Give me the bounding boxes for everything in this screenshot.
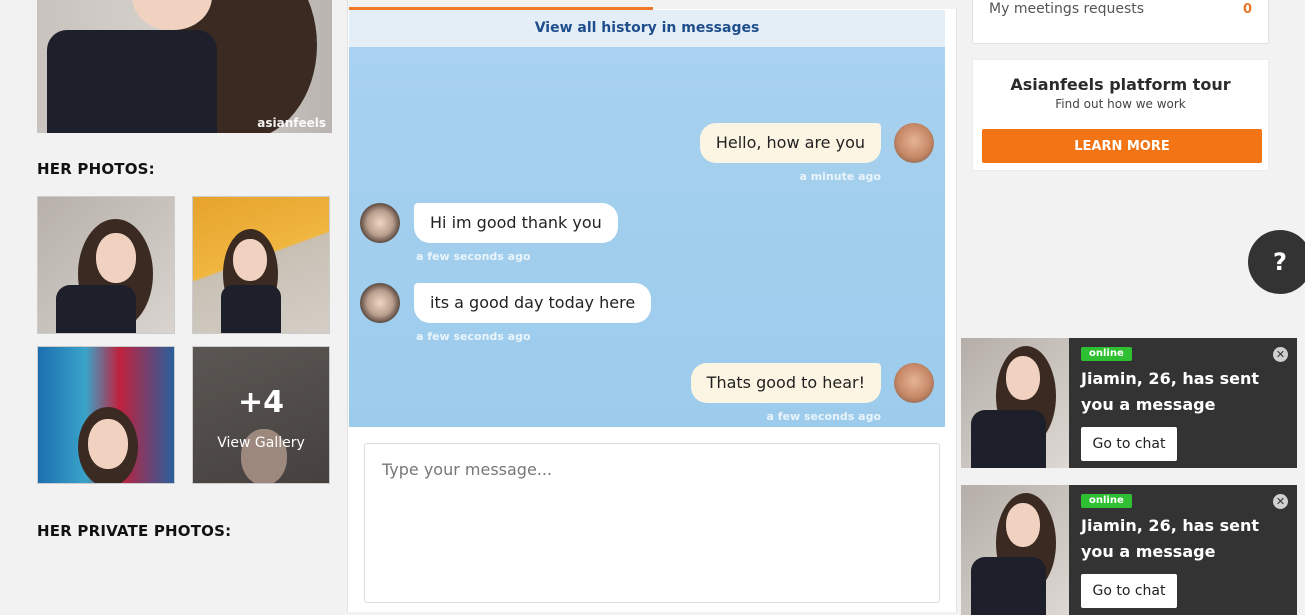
- message-timestamp: a minute ago: [799, 170, 881, 183]
- gallery-count: +4: [237, 385, 284, 420]
- sender-photo[interactable]: [961, 338, 1069, 468]
- sender-photo[interactable]: [961, 485, 1069, 615]
- online-badge: online: [1081, 347, 1132, 361]
- meeting-requests-count: 0: [1242, 2, 1252, 17]
- her-avatar[interactable]: [360, 283, 400, 323]
- close-icon[interactable]: ✕: [1273, 494, 1288, 509]
- help-icon[interactable]: ?: [1248, 230, 1305, 294]
- message-input[interactable]: [365, 444, 939, 602]
- notification-message: Jiamin, 26, has sent you a message: [1081, 516, 1260, 561]
- her-avatar[interactable]: [360, 203, 400, 243]
- close-icon[interactable]: ✕: [1273, 347, 1288, 362]
- message-bubble-outgoing: Hello, how are you: [699, 123, 881, 163]
- online-badge: online: [1081, 494, 1132, 508]
- message-timestamp: a few seconds ago: [766, 410, 881, 423]
- photo-thumbnail-1[interactable]: [37, 196, 175, 334]
- message-bubble-outgoing: Thats good to hear!: [690, 363, 881, 403]
- go-to-chat-button[interactable]: Go to chat: [1081, 574, 1177, 608]
- tour-title: Asianfeels platform tour: [1010, 75, 1231, 94]
- message-composer: [364, 443, 940, 603]
- profile-column: asianfeels HER PHOTOS: +4 View Gallery H…: [0, 0, 347, 612]
- my-avatar: [894, 363, 934, 403]
- message-notification: online Jiamin, 26, has sent you a messag…: [961, 485, 1297, 615]
- photo-watermark: asianfeels: [257, 116, 326, 130]
- photo-thumbnail-2[interactable]: [192, 196, 330, 334]
- notification-message: Jiamin, 26, has sent you a message: [1081, 369, 1260, 414]
- photo-thumbnail-3[interactable]: [37, 346, 175, 484]
- main-profile-photo[interactable]: asianfeels: [37, 0, 332, 133]
- learn-more-button[interactable]: LEARN MORE: [982, 129, 1262, 163]
- view-gallery-tile[interactable]: +4 View Gallery: [192, 346, 330, 484]
- her-photos-title: HER PHOTOS:: [37, 160, 155, 178]
- message-bubble-incoming: Hi im good thank you: [414, 203, 618, 243]
- message-timestamp: a few seconds ago: [416, 330, 531, 343]
- tour-subtitle: Find out how we work: [1055, 97, 1186, 111]
- message-timestamp: a few seconds ago: [416, 250, 531, 263]
- message-list: Hello, how are you a minute ago Hi im go…: [349, 47, 945, 427]
- message-notification: online Jiamin, 26, has sent you a messag…: [961, 338, 1297, 468]
- meeting-requests-label: My meetings requests: [989, 1, 1145, 17]
- view-history-link[interactable]: View all history in messages: [349, 10, 945, 47]
- her-private-photos-title: HER PRIVATE PHOTOS:: [37, 522, 232, 540]
- message-bubble-incoming: its a good day today here: [414, 283, 652, 323]
- meeting-requests-card[interactable]: My meetings requests 0: [972, 0, 1269, 44]
- view-gallery-label: View Gallery: [217, 435, 305, 451]
- platform-tour-card: Asianfeels platform tour Find out how we…: [972, 59, 1269, 171]
- go-to-chat-button[interactable]: Go to chat: [1081, 427, 1177, 461]
- chat-panel: View all history in messages Hello, how …: [347, 0, 958, 612]
- my-avatar: [894, 123, 934, 163]
